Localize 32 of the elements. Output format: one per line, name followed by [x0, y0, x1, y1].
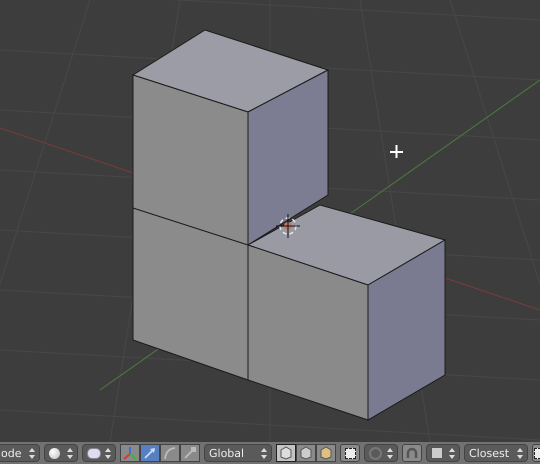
manipulator-button[interactable]: [180, 444, 200, 462]
arc-icon: [163, 446, 177, 460]
orientation-dropdown[interactable]: Global: [204, 444, 272, 462]
manipulator-button[interactable]: [160, 444, 180, 462]
pivot-dropdown[interactable]: [82, 444, 116, 462]
scale-icon: [183, 446, 197, 460]
axes-icon: [123, 446, 137, 460]
snap-element-dropdown[interactable]: [426, 444, 460, 462]
proportional-dropdown[interactable]: [364, 444, 398, 462]
select-mode-button[interactable]: [296, 444, 316, 462]
pivot-icon: [87, 448, 101, 458]
dotted-square-icon: [344, 448, 356, 458]
updown-icon: [449, 448, 455, 458]
arrow-icon: [143, 446, 157, 460]
magnet-icon: [406, 447, 418, 459]
updown-icon: [517, 448, 523, 458]
circle-icon: [369, 446, 382, 460]
updown-icon: [105, 448, 111, 458]
manipulator-button[interactable]: [120, 444, 140, 462]
select-mode-button[interactable]: [276, 444, 296, 462]
manipulator-button[interactable]: [140, 444, 160, 462]
updown-icon: [29, 448, 35, 458]
snap-button[interactable]: [402, 444, 422, 462]
updown-icon: [261, 448, 267, 458]
updown-icon: [67, 448, 73, 458]
shading-dropdown[interactable]: [44, 444, 78, 462]
snap-target-dropdown[interactable]: Closest: [464, 444, 528, 462]
select-mode-button[interactable]: [316, 444, 336, 462]
updown-icon: [387, 448, 393, 458]
sphere-icon: [49, 448, 60, 458]
occlude-button[interactable]: [340, 444, 360, 462]
mode-dropdown[interactable]: ode: [0, 444, 40, 462]
